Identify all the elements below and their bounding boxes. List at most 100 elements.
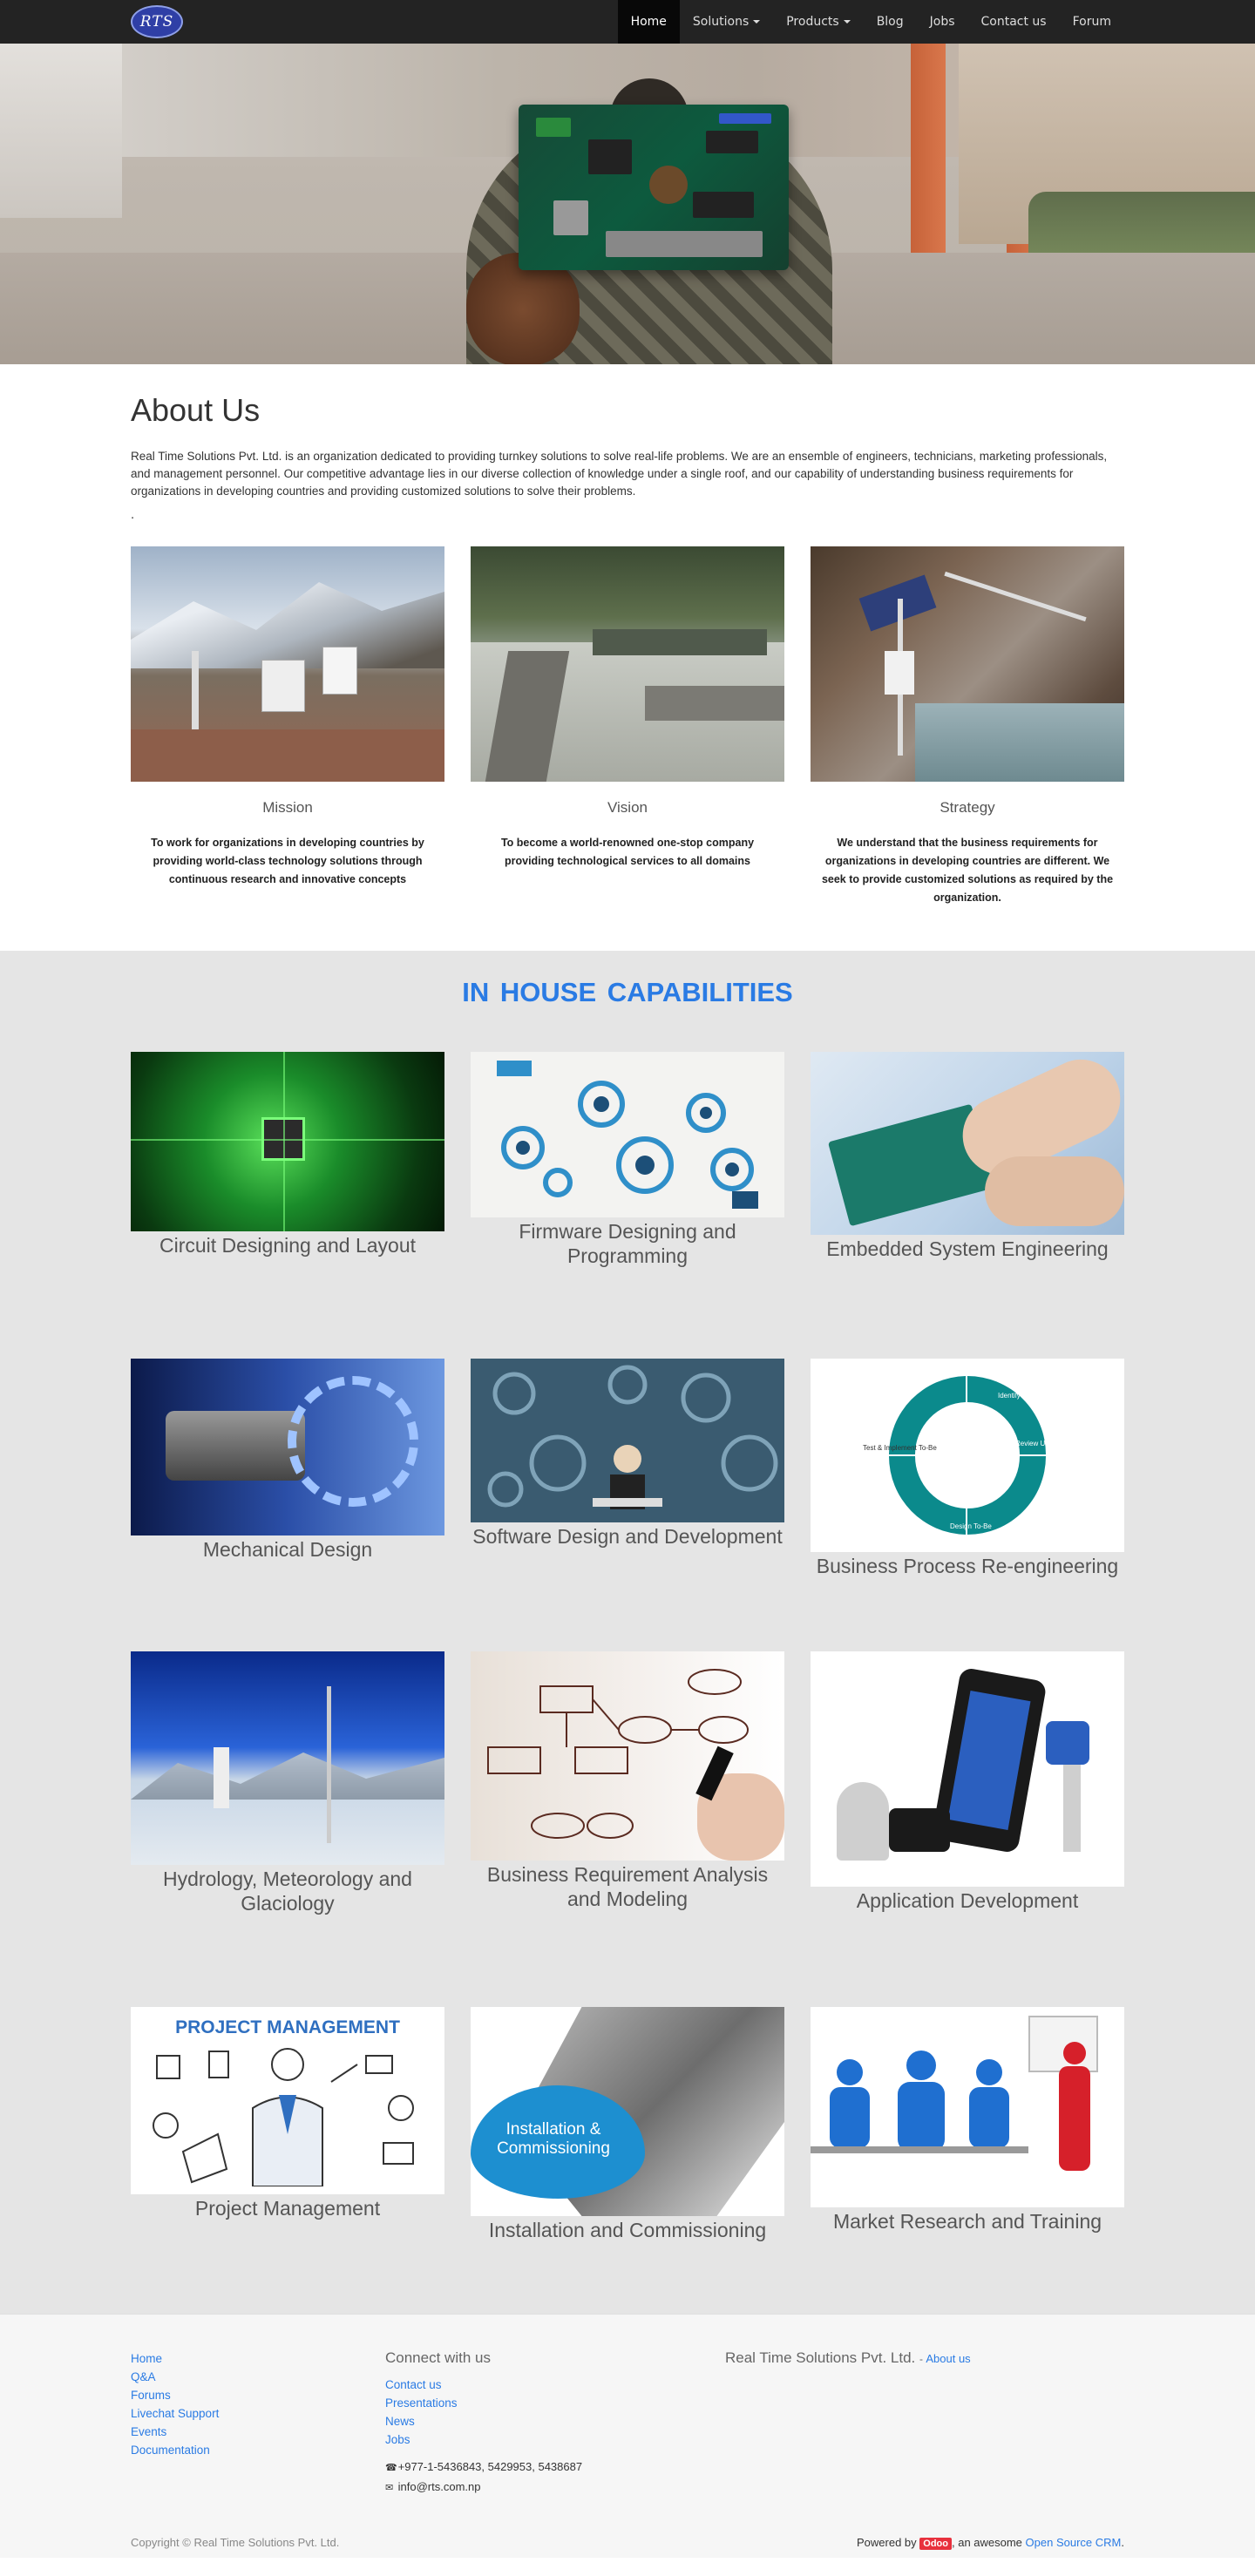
firmware-image bbox=[471, 1052, 784, 1217]
phone-number: +977-1-5436843, 5429953, 5438687 bbox=[397, 2460, 583, 2473]
caret-down-icon bbox=[753, 20, 761, 24]
footer-connect: Connect with us Contact us Presentations… bbox=[385, 2349, 725, 2498]
cap-label: Mechanical Design bbox=[202, 1538, 373, 1561]
footer-link-documentation[interactable]: Documentation bbox=[131, 2441, 385, 2459]
footer-link-contact[interactable]: Contact us bbox=[385, 2376, 725, 2394]
pm-illustration bbox=[153, 2048, 414, 2187]
cap-app-development[interactable]: Application Development bbox=[811, 1651, 1124, 1972]
cap-installation[interactable]: Installation & Commissioning Installatio… bbox=[471, 2007, 784, 2261]
project-management-image: PROJECT MANAGEMENT bbox=[131, 2007, 444, 2194]
strategy-card: Strategy We understand that the business… bbox=[811, 546, 1124, 907]
about-dot: . bbox=[131, 509, 135, 522]
app-dev-image bbox=[811, 1651, 1124, 1887]
copyright: Copyright © Real Time Solutions Pvt. Ltd… bbox=[131, 2536, 340, 2549]
software-image bbox=[471, 1359, 784, 1522]
cap-market-research[interactable]: Market Research and Training bbox=[811, 2007, 1124, 2261]
odoo-logo[interactable]: Odoo bbox=[919, 2538, 952, 2550]
cap-software[interactable]: Software Design and Development bbox=[471, 1359, 784, 1651]
vision-desc: To become a world-renowned one-stop comp… bbox=[500, 837, 755, 867]
footer-links: Home Q&A Forums Livechat Support Events … bbox=[131, 2349, 385, 2498]
bpr-image: Identify Processes Review Update Analyze… bbox=[811, 1359, 1124, 1552]
contact-info: ☎ +977-1-5436843, 5429953, 5438687 ✉ inf… bbox=[385, 2457, 725, 2498]
market-research-image bbox=[811, 2007, 1124, 2207]
envelope-icon: ✉ bbox=[385, 2483, 394, 2493]
cap-label: Embedded System Engineering bbox=[826, 1237, 1109, 1260]
svg-text:Review Update Analyze As-Is: Review Update Analyze As-Is bbox=[1015, 1440, 1107, 1447]
cap-project-management[interactable]: PROJECT MANAGEMENT Project Management bbox=[131, 2007, 444, 2261]
svg-text:Identify Processes: Identify Processes bbox=[998, 1392, 1055, 1400]
strategy-desc: We understand that the business requirem… bbox=[821, 837, 1114, 904]
footer-link-forums[interactable]: Forums bbox=[131, 2386, 385, 2404]
strategy-title: Strategy bbox=[940, 799, 995, 816]
footer-link-jobs[interactable]: Jobs bbox=[385, 2430, 725, 2449]
pm-image-heading: PROJECT MANAGEMENT bbox=[175, 2017, 400, 2037]
about-section: About Us Real Time Solutions Pvt. Ltd. i… bbox=[131, 364, 1124, 951]
email-address: info@rts.com.np bbox=[397, 2480, 481, 2493]
cap-firmware[interactable]: Firmware Designing and Programming bbox=[471, 1052, 784, 1313]
hydrology-image bbox=[131, 1651, 444, 1865]
powered-by: Powered by Odoo, an awesome Open Source … bbox=[856, 2536, 1124, 2550]
cap-label: Circuit Designing and Layout bbox=[159, 1234, 417, 1257]
menu-label: Solutions bbox=[692, 15, 750, 29]
cap-label: Application Development bbox=[856, 1889, 1079, 1912]
flowchart-illustration bbox=[487, 1669, 784, 1861]
footer-link-livechat[interactable]: Livechat Support bbox=[131, 2404, 385, 2423]
menu-label: Home bbox=[630, 15, 667, 29]
menu-label: Forum bbox=[1072, 15, 1111, 29]
mission-desc: To work for organizations in developing … bbox=[151, 837, 424, 885]
cap-label: Firmware Designing and Programming bbox=[519, 1220, 736, 1267]
menu-item-solutions[interactable]: Solutions bbox=[680, 0, 773, 44]
vision-title: Vision bbox=[607, 799, 648, 816]
installation-image-text: Installation & Commissioning bbox=[497, 2120, 610, 2158]
main-menu: Home Solutions Products Blog Jobs Contac… bbox=[617, 0, 1124, 44]
menu-item-contact[interactable]: Contact us bbox=[968, 0, 1060, 44]
phone-icon: ☎ bbox=[385, 2463, 397, 2473]
installation-image: Installation & Commissioning bbox=[471, 2007, 784, 2216]
connect-title: Connect with us bbox=[385, 2349, 491, 2366]
powered-end: . bbox=[1121, 2536, 1124, 2549]
cap-mechanical[interactable]: Mechanical Design bbox=[131, 1359, 444, 1651]
cap-bpr[interactable]: Identify Processes Review Update Analyze… bbox=[811, 1359, 1124, 1651]
circuit-board-image bbox=[519, 105, 789, 270]
requirement-image bbox=[471, 1651, 784, 1861]
menu-item-products[interactable]: Products bbox=[773, 0, 863, 44]
vision-image bbox=[471, 546, 784, 782]
menu-item-blog[interactable]: Blog bbox=[864, 0, 917, 44]
crm-link[interactable]: Open Source CRM bbox=[1026, 2536, 1122, 2549]
cap-label: Business Process Re-engineering bbox=[816, 1555, 1119, 1577]
logo[interactable]: RTS bbox=[131, 5, 183, 38]
menu-item-home[interactable]: Home bbox=[617, 0, 680, 44]
cap-label: Installation and Commissioning bbox=[488, 2219, 767, 2241]
footer-link-presentations[interactable]: Presentations bbox=[385, 2394, 725, 2412]
cap-label: Business Requirement Analysis and Modeli… bbox=[486, 1863, 769, 1910]
menu-label: Jobs bbox=[929, 15, 955, 29]
footer-link-news[interactable]: News bbox=[385, 2412, 725, 2430]
footer-link-home[interactable]: Home bbox=[131, 2349, 385, 2368]
menu-item-jobs[interactable]: Jobs bbox=[917, 0, 968, 44]
menu-label: Blog bbox=[876, 15, 904, 29]
cap-label: Software Design and Development bbox=[472, 1525, 783, 1548]
company-name: Real Time Solutions Pvt. Ltd. bbox=[725, 2349, 916, 2366]
cap-requirement-analysis[interactable]: Business Requirement Analysis and Modeli… bbox=[471, 1651, 784, 1972]
footer-link-qa[interactable]: Q&A bbox=[131, 2368, 385, 2386]
menu-item-forum[interactable]: Forum bbox=[1060, 0, 1124, 44]
cap-embedded[interactable]: Embedded System Engineering bbox=[811, 1052, 1124, 1313]
hero-banner bbox=[0, 44, 1255, 364]
cap-hydrology[interactable]: Hydrology, Meteorology and Glaciology bbox=[131, 1651, 444, 1972]
about-title: About Us bbox=[131, 392, 261, 428]
powered-mid: , an awesome bbox=[951, 2536, 1022, 2549]
cap-label: Project Management bbox=[194, 2197, 381, 2220]
cap-circuit-design[interactable]: Circuit Designing and Layout bbox=[131, 1052, 444, 1313]
footer-link-events[interactable]: Events bbox=[131, 2423, 385, 2441]
svg-text:Test & Implement To-Be: Test & Implement To-Be bbox=[863, 1444, 937, 1452]
about-text: Real Time Solutions Pvt. Ltd. is an orga… bbox=[131, 450, 1108, 498]
software-gears-illustration bbox=[487, 1365, 778, 1509]
strategy-image bbox=[811, 546, 1124, 782]
about-us-link[interactable]: About us bbox=[926, 2352, 970, 2365]
circuit-image bbox=[131, 1052, 444, 1231]
mission-card: Mission To work for organizations in dev… bbox=[131, 546, 444, 907]
svg-text:Design To-Be: Design To-Be bbox=[950, 1522, 992, 1530]
navbar: RTS Home Solutions Products Blog Jobs Co… bbox=[0, 0, 1255, 44]
gears-illustration bbox=[497, 1061, 758, 1209]
powered-prefix: Powered by bbox=[856, 2536, 917, 2549]
